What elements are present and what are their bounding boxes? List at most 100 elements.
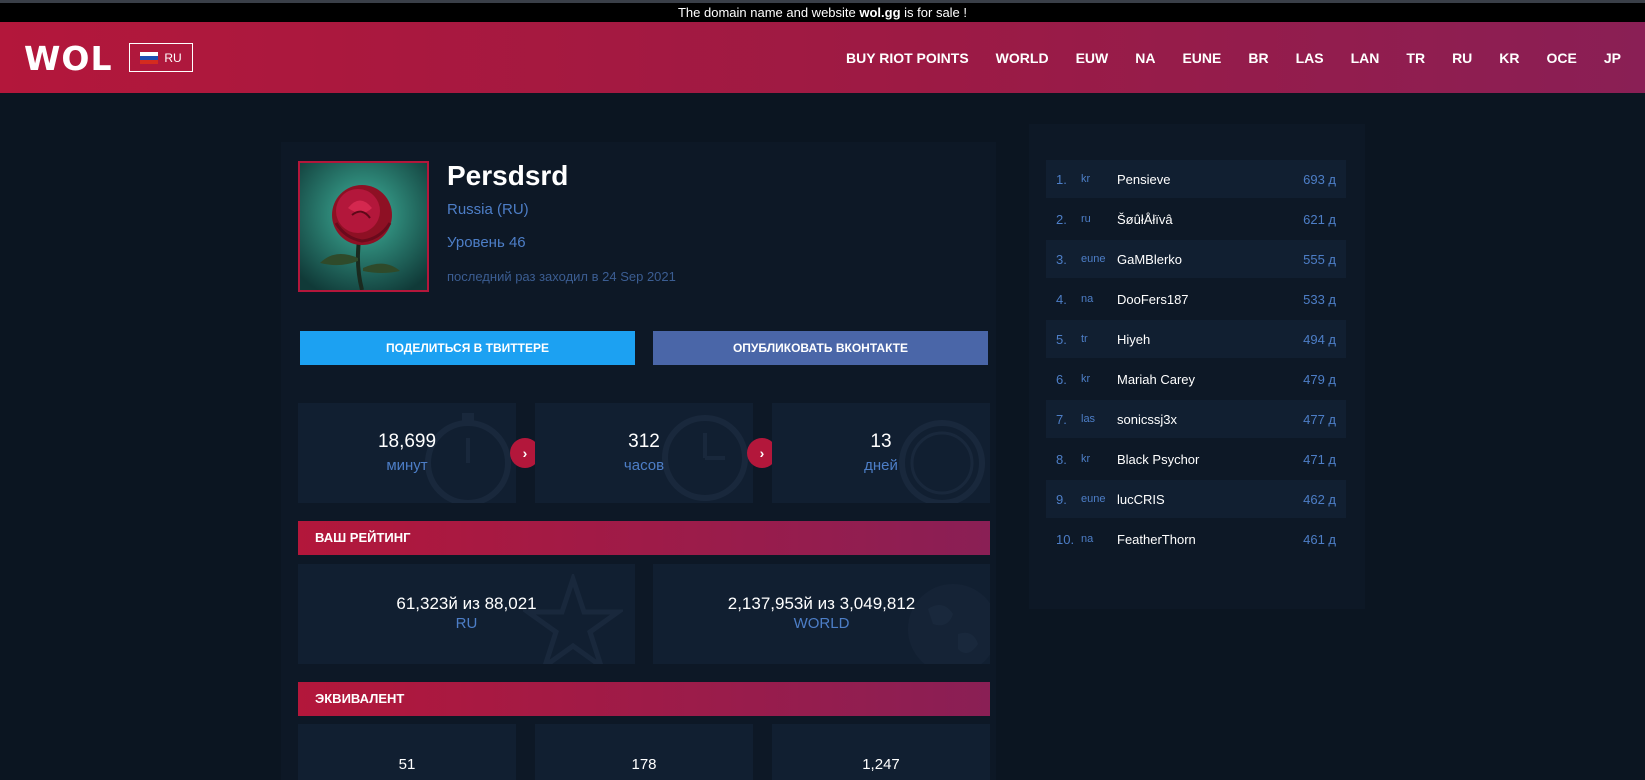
site-logo[interactable]: WOL bbox=[24, 39, 112, 78]
row-position: 6. bbox=[1056, 371, 1067, 387]
summoner-name: Persdsrd bbox=[447, 160, 569, 191]
leaderboard-row[interactable]: 7. las sonicssj3x 477 д bbox=[1046, 400, 1346, 438]
nav-lan[interactable]: LAN bbox=[1351, 50, 1380, 66]
site-header: WOL RU BUY RIOT POINTS WORLD EUW NA EUNE… bbox=[0, 22, 1645, 93]
rose-icon bbox=[300, 163, 427, 290]
language-label: RU bbox=[164, 50, 182, 65]
row-days: 462 д bbox=[1303, 491, 1336, 507]
row-region: las bbox=[1081, 413, 1096, 425]
row-name: Hiyeh bbox=[1117, 331, 1151, 347]
summoner-country: Russia (RU) bbox=[447, 201, 529, 218]
leaderboard-row[interactable]: 1. kr Pensieve 693 д bbox=[1046, 160, 1346, 198]
sale-domain[interactable]: wol.gg bbox=[859, 5, 900, 20]
main-nav: BUY RIOT POINTS WORLD EUW NA EUNE BR LAS… bbox=[819, 22, 1621, 93]
equivalent-value: 1,247 bbox=[862, 756, 900, 773]
leaderboard-row[interactable]: 9. eune lucCRIS 462 д bbox=[1046, 480, 1346, 518]
row-region: kr bbox=[1081, 373, 1091, 385]
row-name: Black Psychor bbox=[1117, 451, 1200, 467]
rank-world-value: 2,137,953й из 3,049,812 bbox=[727, 594, 916, 613]
row-name: DooFers187 bbox=[1117, 291, 1189, 307]
minutes-stat: 18,699 минут bbox=[298, 403, 516, 503]
row-days: 693 д bbox=[1303, 171, 1336, 187]
days-label: дней bbox=[864, 457, 898, 474]
row-position: 9. bbox=[1056, 491, 1067, 507]
rank-region-value: 61,323й из 88,021 bbox=[396, 594, 537, 613]
row-region: eune bbox=[1081, 253, 1106, 265]
row-position: 1. bbox=[1056, 171, 1067, 187]
share-vk-button[interactable]: ОПУБЛИКОВАТЬ ВКОНТАКТЕ bbox=[653, 331, 988, 365]
hours-stat: 312 часов bbox=[535, 403, 753, 503]
equivalent-item: 51 bbox=[298, 724, 516, 780]
row-days: 533 д bbox=[1303, 291, 1336, 307]
row-name: GaMBlerko bbox=[1117, 251, 1183, 267]
row-region: tr bbox=[1081, 333, 1088, 345]
row-name: Mariah Carey bbox=[1117, 371, 1196, 387]
share-twitter-button[interactable]: ПОДЕЛИТЬСЯ В ТВИТТЕРЕ bbox=[300, 331, 635, 365]
profile-avatar bbox=[298, 161, 429, 292]
rank-world: 2,137,953й из 3,049,812 WORLD bbox=[653, 564, 990, 664]
leaderboard-row[interactable]: 10. na FeatherThorn 461 д bbox=[1046, 520, 1346, 558]
nav-na[interactable]: NA bbox=[1135, 50, 1155, 66]
clock-icon bbox=[662, 415, 748, 501]
sale-text: The domain name and website bbox=[677, 5, 860, 20]
row-days: 477 д bbox=[1303, 411, 1336, 427]
row-position: 5. bbox=[1056, 331, 1067, 347]
clock-alt-icon bbox=[899, 420, 985, 503]
row-region: kr bbox=[1081, 173, 1091, 185]
nav-jp[interactable]: JP bbox=[1604, 50, 1621, 66]
nav-buy-riot-points[interactable]: BUY RIOT POINTS bbox=[846, 50, 969, 66]
rank-region: 61,323й из 88,021 RU bbox=[298, 564, 635, 664]
row-days: 555 д bbox=[1303, 251, 1336, 267]
row-position: 10. bbox=[1056, 531, 1075, 547]
hours-value: 312 bbox=[628, 431, 660, 452]
nav-world[interactable]: WORLD bbox=[996, 50, 1049, 66]
leaderboard-row[interactable]: 6. kr Mariah Carey 479 д bbox=[1046, 360, 1346, 398]
row-name: ŠøûłÅłïvâ bbox=[1117, 211, 1173, 227]
nav-kr[interactable]: KR bbox=[1499, 50, 1519, 66]
russia-flag-icon bbox=[140, 51, 159, 64]
nav-tr[interactable]: TR bbox=[1406, 50, 1425, 66]
days-value: 13 bbox=[870, 431, 892, 452]
row-position: 4. bbox=[1056, 291, 1067, 307]
equivalent-item: 1,247 bbox=[772, 724, 990, 780]
row-region: kr bbox=[1081, 453, 1091, 465]
leaderboard-row[interactable]: 4. na DooFers187 533 д bbox=[1046, 280, 1346, 318]
stopwatch-icon bbox=[425, 413, 511, 503]
row-position: 8. bbox=[1056, 451, 1067, 467]
leaderboard-row[interactable]: 3. eune GaMBlerko 555 д bbox=[1046, 240, 1346, 278]
nav-br[interactable]: BR bbox=[1248, 50, 1268, 66]
leaderboard-row[interactable]: 8. kr Black Psychor 471 д bbox=[1046, 440, 1346, 478]
equivalent-value: 178 bbox=[631, 756, 657, 773]
leaderboard-row[interactable]: 5. tr Hiyeh 494 д bbox=[1046, 320, 1346, 358]
language-selector[interactable]: RU bbox=[129, 43, 193, 72]
row-region: na bbox=[1081, 533, 1094, 545]
leaderboard-row[interactable]: 2. ru ŠøûłÅłïvâ 621 д bbox=[1046, 200, 1346, 238]
row-days: 461 д bbox=[1303, 531, 1336, 547]
rank-world-label: WORLD bbox=[793, 615, 850, 632]
nav-las[interactable]: LAS bbox=[1296, 50, 1324, 66]
nav-ru[interactable]: RU bbox=[1452, 50, 1472, 66]
nav-euw[interactable]: EUW bbox=[1076, 50, 1109, 66]
row-name: FeatherThorn bbox=[1117, 531, 1196, 547]
nav-oce[interactable]: OCE bbox=[1547, 50, 1577, 66]
row-region: eune bbox=[1081, 493, 1106, 505]
row-region: ru bbox=[1081, 213, 1091, 225]
equivalent-value: 51 bbox=[398, 756, 416, 773]
rating-section-title: ВАШ РЕЙТИНГ bbox=[298, 521, 990, 555]
days-stat: 13 дней bbox=[772, 403, 990, 503]
row-days: 494 д bbox=[1303, 331, 1336, 347]
row-position: 3. bbox=[1056, 251, 1067, 267]
row-days: 621 д bbox=[1303, 211, 1336, 227]
row-days: 471 д bbox=[1303, 451, 1336, 467]
row-name: Pensieve bbox=[1117, 171, 1171, 187]
row-name: sonicssj3x bbox=[1117, 411, 1177, 427]
hours-label: часов bbox=[623, 457, 665, 474]
nav-eune[interactable]: EUNE bbox=[1182, 50, 1221, 66]
sale-text-suffix: is for sale ! bbox=[900, 5, 968, 20]
row-region: na bbox=[1081, 293, 1094, 305]
row-position: 7. bbox=[1056, 411, 1067, 427]
minutes-label: минут bbox=[386, 457, 428, 474]
row-position: 2. bbox=[1056, 211, 1067, 227]
summoner-level: Уровень 46 bbox=[447, 234, 526, 251]
minutes-value: 18,699 bbox=[377, 431, 437, 452]
